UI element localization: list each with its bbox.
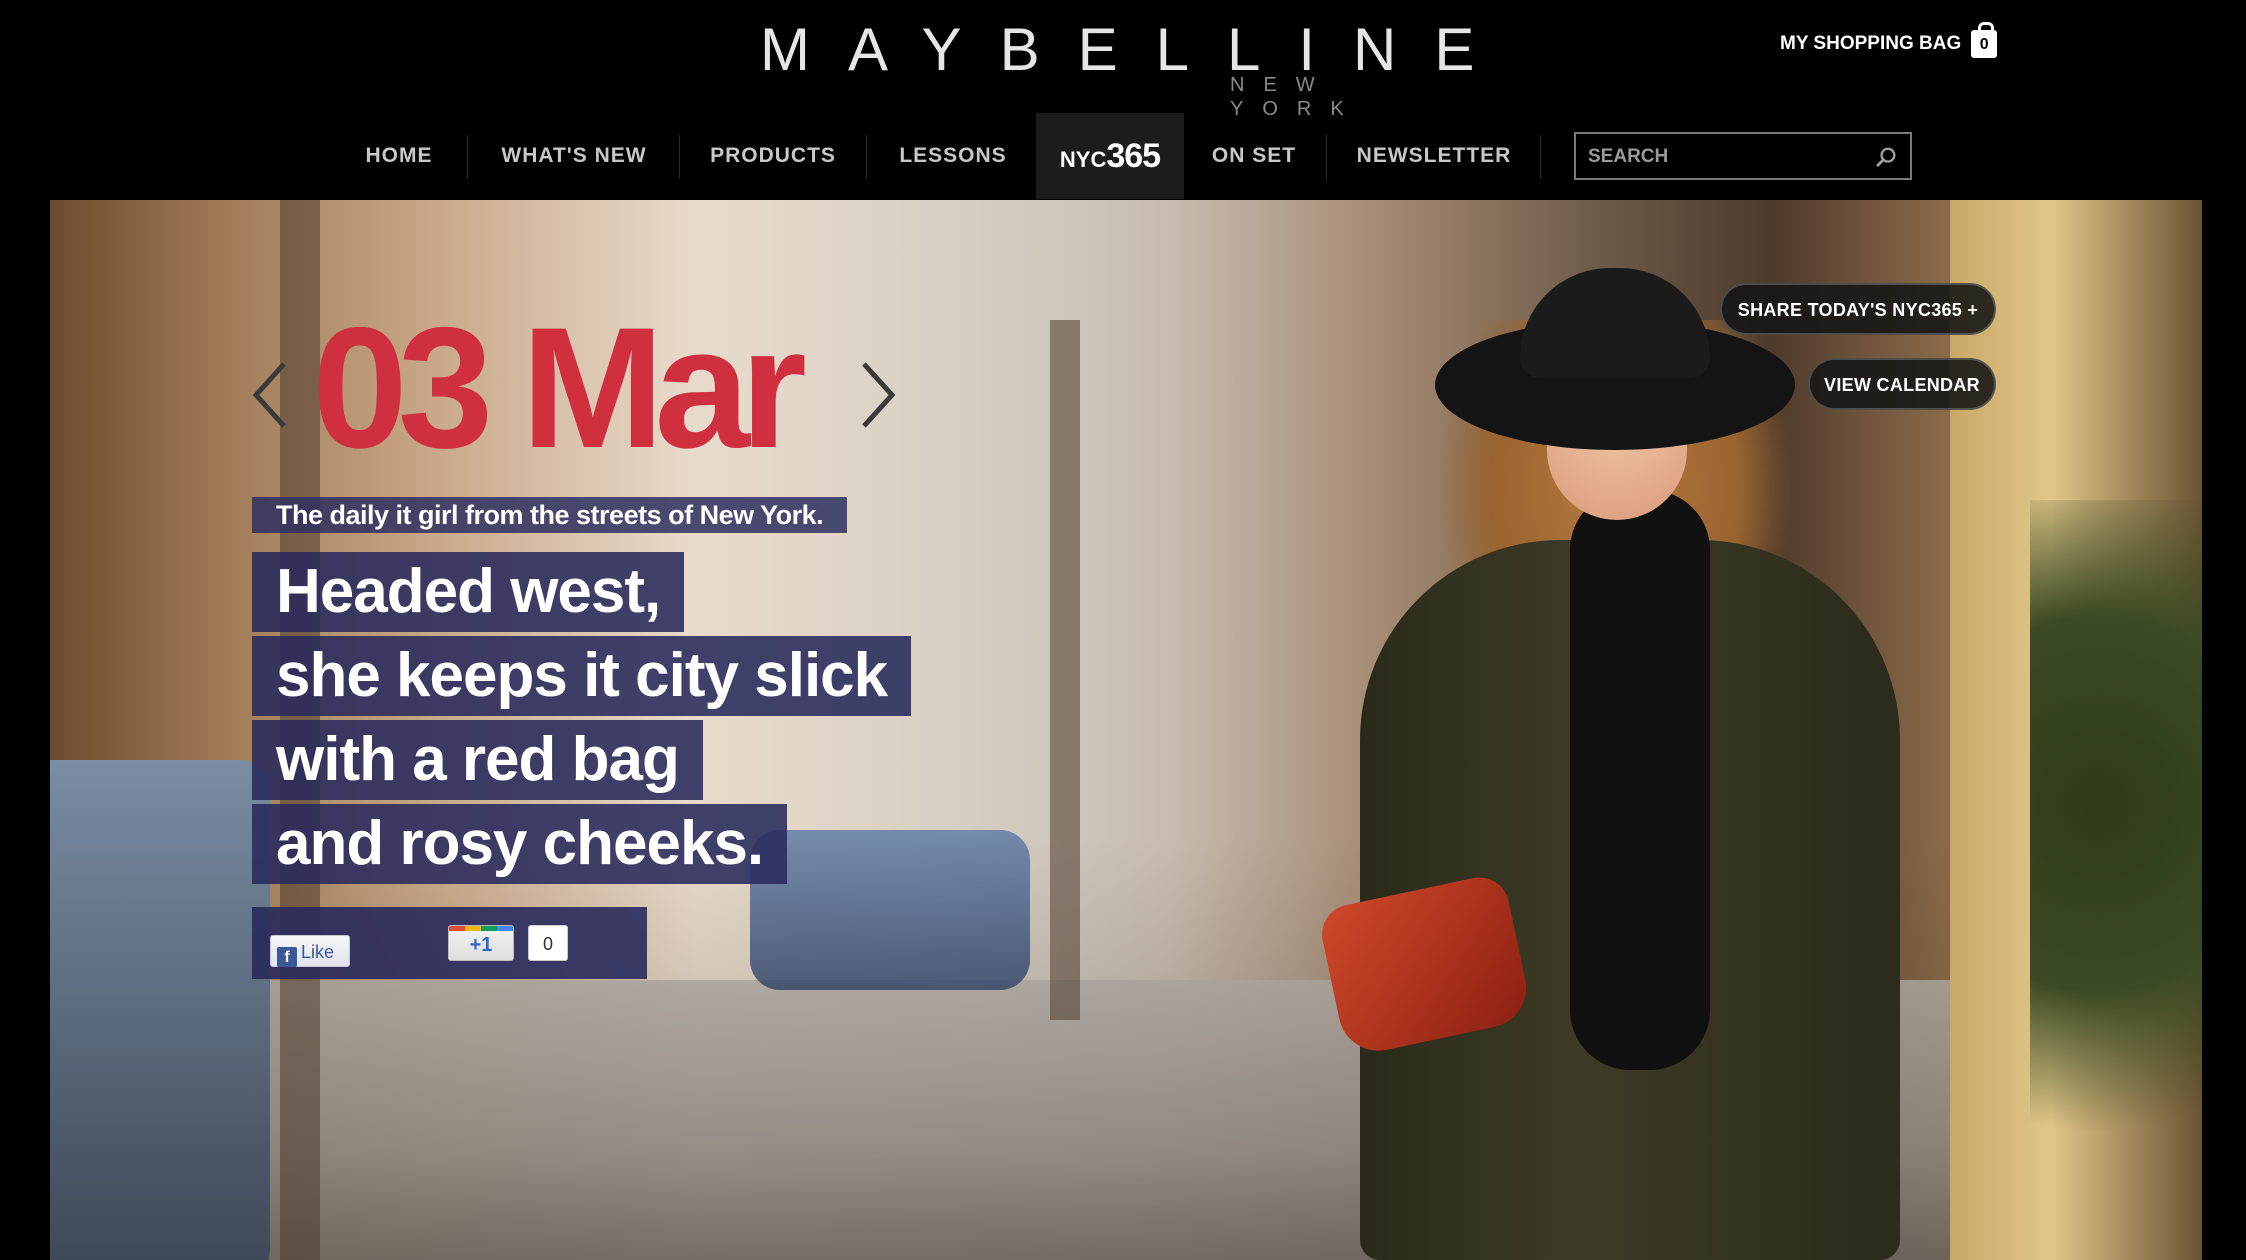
caption-line-2: she keeps it city slick bbox=[252, 636, 912, 716]
share-todays-nyc365-button[interactable]: SHARE TODAY'S NYC365 + bbox=[1720, 283, 1996, 335]
ivy-vines bbox=[2030, 500, 2202, 1260]
nav-home[interactable]: HOME bbox=[340, 113, 458, 199]
tagline: The daily it girl from the streets of Ne… bbox=[252, 497, 848, 533]
google-plus-count: 0 bbox=[528, 925, 568, 961]
social-share-bar: f Like +1 0 bbox=[252, 907, 647, 979]
shopping-bag-label: MY SHOPPING BAG bbox=[1780, 33, 1962, 54]
search-icon[interactable] bbox=[1876, 146, 1898, 168]
caption-line-3: with a red bag bbox=[252, 720, 703, 800]
nav-nyc365[interactable]: NYC365 bbox=[1036, 113, 1184, 199]
model-hat-crown bbox=[1520, 268, 1710, 378]
shopping-bag-count: 0 bbox=[1979, 36, 1989, 53]
shopping-bag-link[interactable]: MY SHOPPING BAG 0 bbox=[1780, 22, 1998, 58]
facebook-icon: f bbox=[277, 947, 297, 967]
previous-day-arrow-icon[interactable] bbox=[250, 360, 290, 430]
shopping-bag-icon: 0 bbox=[1971, 22, 1998, 58]
nav-divider bbox=[1540, 135, 1541, 179]
nav-products[interactable]: PRODUCTS bbox=[690, 113, 856, 199]
nav-divider bbox=[679, 135, 680, 179]
tree-trunk bbox=[1050, 320, 1080, 1020]
parked-car bbox=[50, 760, 270, 1260]
nav-newsletter[interactable]: NEWSLETTER bbox=[1340, 113, 1528, 199]
nav-divider bbox=[1326, 135, 1327, 179]
nav-divider bbox=[467, 135, 468, 179]
google-plus-one-button[interactable]: +1 bbox=[448, 925, 514, 961]
maybelline-logo[interactable]: MAYBELLINE NEW YORK bbox=[760, 16, 1513, 121]
next-day-arrow-icon[interactable] bbox=[858, 360, 898, 430]
nav-on-set[interactable]: ON SET bbox=[1194, 113, 1314, 199]
facebook-like-label: Like bbox=[301, 942, 335, 962]
facebook-like-button[interactable]: f Like bbox=[270, 935, 350, 967]
nav-lessons[interactable]: LESSONS bbox=[876, 113, 1030, 199]
search-input[interactable] bbox=[1586, 134, 1860, 180]
nav-whats-new[interactable]: WHAT'S NEW bbox=[478, 113, 670, 199]
nav-divider bbox=[866, 135, 867, 179]
date-heading: 03 Mar bbox=[312, 292, 807, 484]
model-scarf bbox=[1570, 490, 1710, 1070]
parked-car bbox=[750, 830, 1030, 990]
caption-line-4: and rosy cheeks. bbox=[252, 804, 788, 884]
brand-wordmark: MAYBELLINE bbox=[760, 16, 1513, 83]
nav-nyc365-prefix: NYC bbox=[1059, 147, 1107, 172]
caption-line-1: Headed west, bbox=[252, 552, 685, 632]
view-calendar-button[interactable]: VIEW CALENDAR bbox=[1808, 358, 1996, 410]
search-box bbox=[1574, 132, 1912, 180]
nav-nyc365-number: 365 bbox=[1106, 137, 1161, 175]
